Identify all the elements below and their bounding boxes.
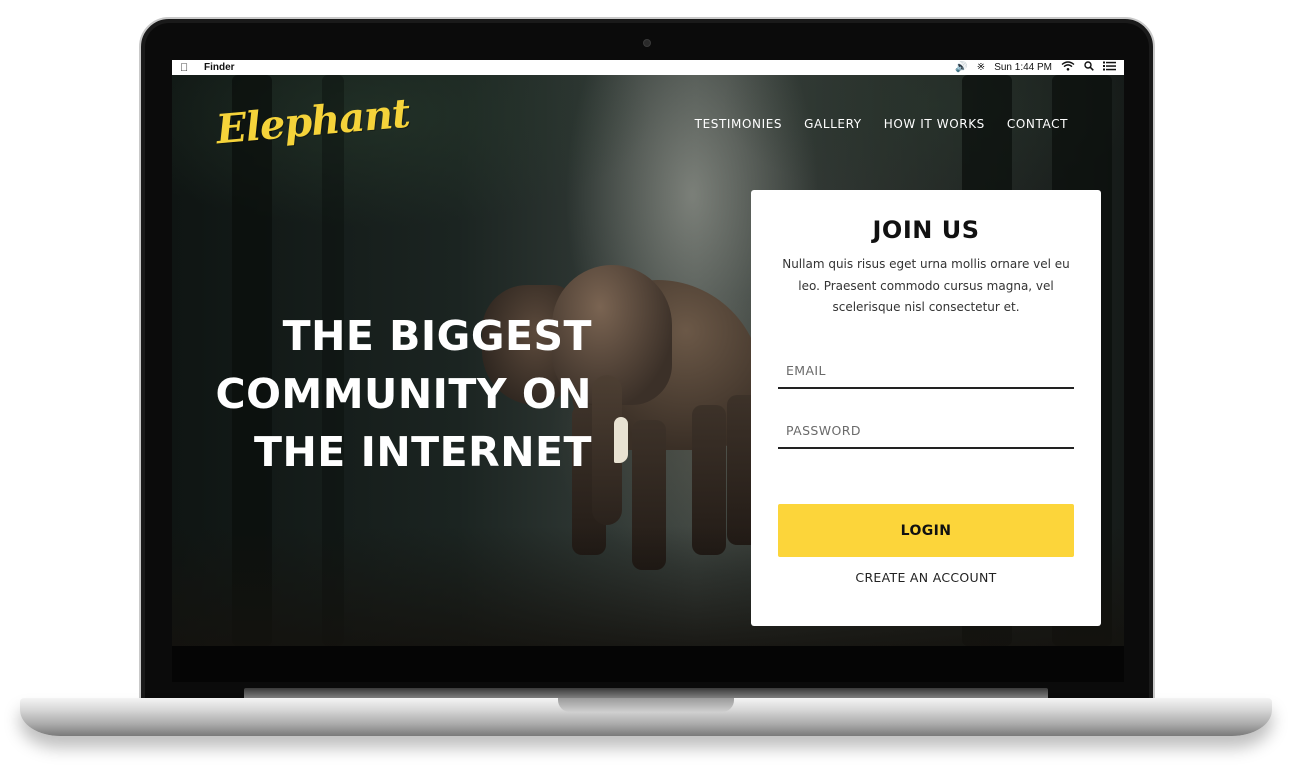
nav-link-testimonies[interactable]: TESTIMONIES: [695, 117, 783, 131]
main-nav: TESTIMONIES GALLERY HOW IT WORKS CONTACT: [695, 117, 1068, 131]
headline-line: THE BIGGEST: [282, 312, 592, 360]
elephant-tusk: [614, 417, 628, 463]
join-description: Nullam quis risus eget urna mollis ornar…: [782, 257, 1070, 314]
laptop-screen:  Finder 🔊 ※ Sun 1:44 PM: [172, 60, 1124, 646]
spotlight-search-icon[interactable]: [1084, 61, 1094, 74]
hero-section: Elephant TESTIMONIES GALLERY HOW IT WORK…: [172, 75, 1124, 646]
mac-menubar:  Finder 🔊 ※ Sun 1:44 PM: [172, 60, 1124, 75]
login-button[interactable]: LOGIN: [778, 504, 1074, 557]
screen-bottom-bezel: [172, 646, 1124, 682]
menubar-clock[interactable]: Sun 1:44 PM: [994, 62, 1052, 73]
nav-link-contact[interactable]: CONTACT: [1007, 117, 1068, 131]
password-field[interactable]: [778, 413, 1074, 449]
notification-center-icon[interactable]: [1103, 61, 1116, 74]
headline-line: COMMUNITY ON: [215, 370, 592, 418]
headline-line: THE INTERNET: [254, 428, 592, 476]
nav-link-how-it-works[interactable]: HOW IT WORKS: [884, 117, 985, 131]
bluetooth-icon[interactable]: ※: [977, 62, 985, 73]
join-title: JOIN US: [872, 216, 980, 244]
nav-link-gallery[interactable]: GALLERY: [804, 117, 862, 131]
create-account-link[interactable]: CREATE AN ACCOUNT: [751, 570, 1101, 585]
apple-icon[interactable]: : [180, 62, 192, 74]
volume-icon[interactable]: 🔊: [955, 62, 967, 73]
email-field[interactable]: [778, 353, 1074, 389]
wifi-icon[interactable]: [1061, 61, 1075, 74]
menubar-app-name[interactable]: Finder: [204, 62, 235, 73]
hero-headline: THE BIGGEST COMMUNITY ON THE INTERNET: [172, 307, 592, 481]
laptop-notch: [558, 698, 734, 712]
menubar-status-area: 🔊 ※ Sun 1:44 PM: [955, 61, 1116, 74]
join-card: JOIN US Nullam quis risus eget urna moll…: [751, 190, 1101, 626]
webcam: [643, 39, 651, 47]
